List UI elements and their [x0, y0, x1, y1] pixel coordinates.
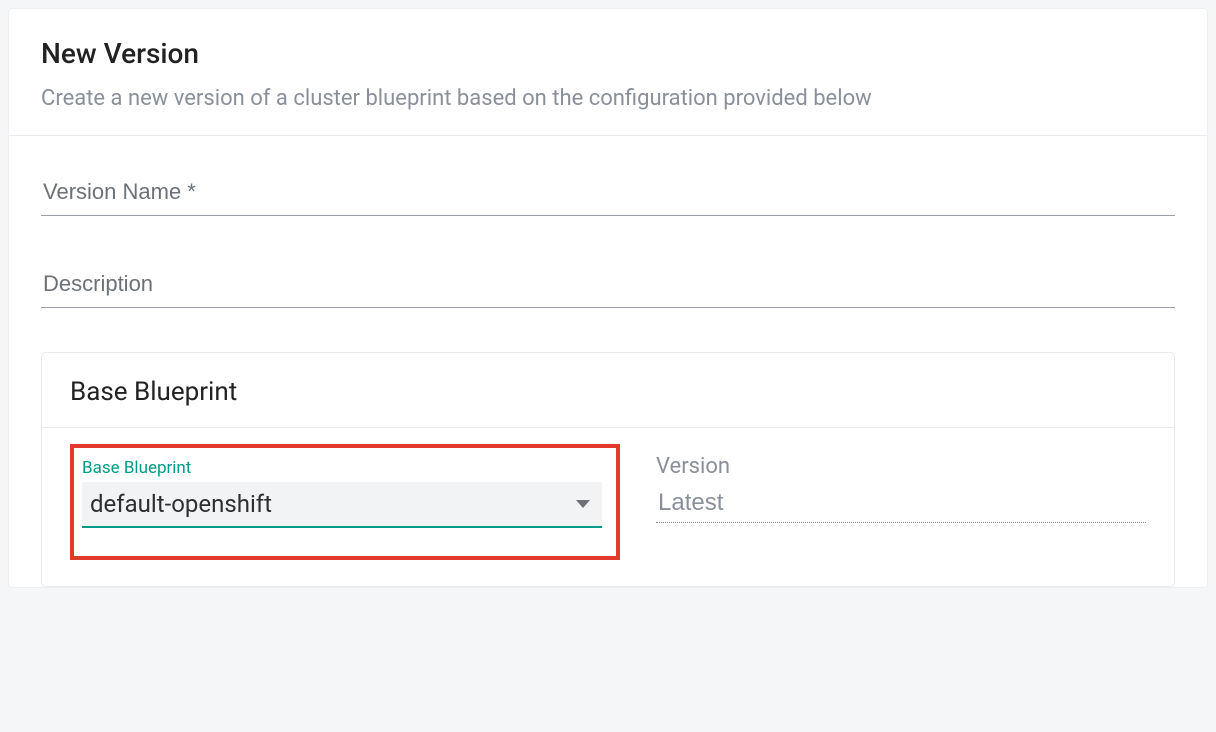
field-version-name: [41, 168, 1175, 216]
chevron-down-icon: [576, 500, 590, 508]
base-blueprint-card: Base Blueprint Base Blueprint default-op…: [41, 352, 1175, 587]
base-blueprint-title: Base Blueprint: [70, 377, 1146, 407]
base-blueprint-select-value: default-openshift: [90, 490, 576, 518]
base-blueprint-body: Base Blueprint default-openshift Version: [42, 428, 1174, 586]
highlight-box: Base Blueprint default-openshift: [70, 444, 620, 560]
page-subtitle: Create a new version of a cluster bluepr…: [41, 86, 1175, 111]
form-body: Base Blueprint Base Blueprint default-op…: [9, 136, 1207, 587]
version-name-input[interactable]: [41, 168, 1175, 216]
version-field-wrap: Version: [656, 454, 1146, 523]
base-blueprint-header: Base Blueprint: [42, 353, 1174, 428]
version-input[interactable]: [656, 483, 1146, 523]
field-description: [41, 260, 1175, 308]
form-header: New Version Create a new version of a cl…: [9, 9, 1207, 136]
form-card: New Version Create a new version of a cl…: [8, 8, 1208, 588]
description-input[interactable]: [41, 260, 1175, 308]
page: New Version Create a new version of a cl…: [0, 0, 1216, 732]
base-blueprint-select-wrap: Base Blueprint default-openshift: [82, 458, 602, 528]
base-blueprint-select-label: Base Blueprint: [82, 458, 602, 478]
version-label: Version: [656, 454, 1146, 479]
page-title: New Version: [41, 37, 1175, 70]
base-blueprint-select[interactable]: default-openshift: [82, 482, 602, 528]
